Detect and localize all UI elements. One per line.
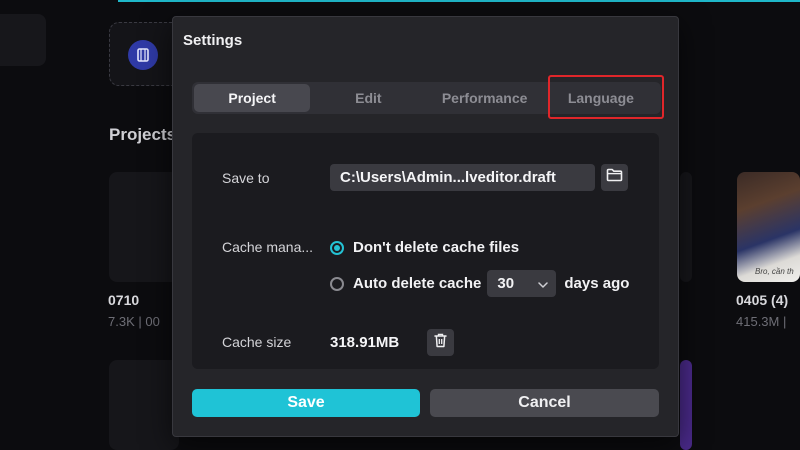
project-thumbnail[interactable] — [680, 360, 692, 450]
radio-label-auto: Auto delete cache — [353, 275, 482, 292]
folder-icon — [606, 168, 623, 187]
radio-label-keep: Don't delete cache files — [353, 239, 520, 256]
tab-performance[interactable]: Performance — [427, 84, 543, 112]
browse-folder-button[interactable] — [601, 164, 628, 191]
radio-button-checked[interactable] — [330, 240, 344, 255]
side-card[interactable] — [0, 14, 46, 66]
cache-management-label: Cache mana... — [222, 239, 314, 255]
cache-size-label: Cache size — [222, 334, 292, 350]
radio-button-unchecked[interactable] — [330, 276, 344, 291]
film-icon — [128, 40, 158, 70]
radio-auto-delete-cache[interactable]: Auto delete cache 30 days ago — [330, 270, 629, 297]
project-meta: 415.3M | — [736, 314, 787, 329]
project-thumbnail[interactable]: Bro, cần th — [737, 172, 800, 282]
dialog-title: Settings — [183, 32, 243, 49]
project-thumbnail[interactable] — [680, 172, 692, 282]
settings-dialog: Settings Project Edit Performance Langua… — [172, 16, 679, 437]
save-button[interactable]: Save — [192, 389, 420, 417]
thumbnail-caption: Bro, cần th — [755, 267, 794, 276]
projects-section-title: Projects — [109, 125, 177, 144]
project-settings-panel: Save to C:\Users\Admin...lveditor.draft … — [192, 133, 659, 369]
project-thumbnail[interactable] — [109, 360, 179, 450]
project-name: 0710 — [108, 292, 140, 308]
cancel-button[interactable]: Cancel — [430, 389, 659, 417]
tab-project[interactable]: Project — [194, 84, 311, 112]
tab-edit[interactable]: Edit — [310, 84, 426, 112]
tab-language[interactable]: Language — [543, 84, 659, 112]
days-suffix-label: days ago — [564, 275, 630, 292]
settings-tabs: Project Edit Performance Language — [192, 82, 661, 114]
save-path-field[interactable]: C:\Users\Admin...lveditor.draft — [330, 164, 595, 191]
project-meta: 7.3K | 00 — [108, 314, 160, 329]
trash-icon — [434, 333, 447, 353]
chevron-down-icon — [538, 275, 549, 292]
top-accent-line — [118, 0, 800, 2]
project-thumbnail[interactable] — [109, 172, 179, 282]
cache-size-value: 318.91MB — [330, 334, 400, 351]
days-select[interactable]: 30 — [487, 270, 557, 297]
save-to-label: Save to — [222, 170, 270, 186]
days-select-value: 30 — [497, 275, 515, 292]
radio-dont-delete-cache[interactable]: Don't delete cache files — [330, 239, 519, 256]
clear-cache-button[interactable] — [427, 329, 454, 356]
project-name: 0405 (4) — [736, 292, 789, 308]
